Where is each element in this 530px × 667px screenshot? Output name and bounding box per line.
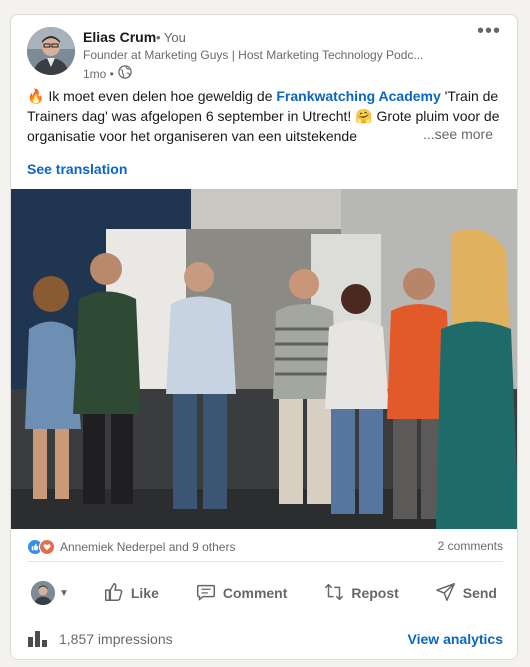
comment-button[interactable]: Comment <box>189 573 294 614</box>
fire-emoji: 🔥 <box>27 88 45 104</box>
comment-label: Comment <box>222 585 288 601</box>
author-relation: • You <box>156 30 186 45</box>
post-card: Elias Crum • You Founder at Marketing Gu… <box>10 14 518 660</box>
reactions-text[interactable]: Annemiek Nederpel and 9 others <box>60 540 235 554</box>
repost-icon <box>323 581 345 606</box>
post-meta: 1mo • <box>83 65 132 82</box>
impressions[interactable]: 1,857 impressions <box>27 629 173 650</box>
actor-avatar <box>31 581 55 605</box>
see-more-button[interactable]: ...see more <box>404 126 493 142</box>
action-bar: ▼ Like Comment Repost Send <box>27 571 503 615</box>
post-image[interactable] <box>11 189 517 529</box>
send-button[interactable]: Send <box>429 573 503 614</box>
chevron-down-icon: ▼ <box>59 587 69 599</box>
smile-emoji: 🤗 <box>355 108 373 124</box>
like-label: Like <box>130 585 159 601</box>
globe-icon <box>118 65 132 82</box>
comment-icon <box>195 581 217 606</box>
see-translation-button[interactable]: See translation <box>27 161 127 177</box>
love-reaction-icon <box>39 539 55 555</box>
divider <box>27 561 503 562</box>
social-counts: Annemiek Nederpel and 9 others 2 comment… <box>27 537 503 557</box>
like-button[interactable]: Like <box>97 573 165 614</box>
repost-button[interactable]: Repost <box>317 573 404 614</box>
view-analytics-link[interactable]: View analytics <box>408 631 503 647</box>
send-label: Send <box>462 585 497 601</box>
reactions-summary[interactable]: Annemiek Nederpel and 9 others <box>27 539 235 555</box>
bar-chart-icon <box>27 629 49 650</box>
post-text-prefix: Ik moet even delen hoe geweldig de <box>48 88 277 104</box>
post-age: 1mo • <box>83 66 114 81</box>
author-avatar[interactable] <box>27 27 75 75</box>
actor-switcher[interactable]: ▼ <box>27 577 73 609</box>
repost-label: Repost <box>351 585 399 601</box>
mention-link[interactable]: Frankwatching Academy <box>276 88 440 104</box>
thumbs-up-icon <box>103 581 125 606</box>
analytics-bar: 1,857 impressions View analytics <box>27 627 503 651</box>
send-icon <box>435 581 457 606</box>
more-options-icon[interactable]: ••• <box>477 21 501 45</box>
comments-count[interactable]: 2 comments <box>438 539 503 553</box>
author-name[interactable]: Elias Crum <box>83 29 156 45</box>
author-headline: Founder at Marketing Guys | Host Marketi… <box>83 48 424 62</box>
impressions-count: 1,857 impressions <box>59 631 173 647</box>
